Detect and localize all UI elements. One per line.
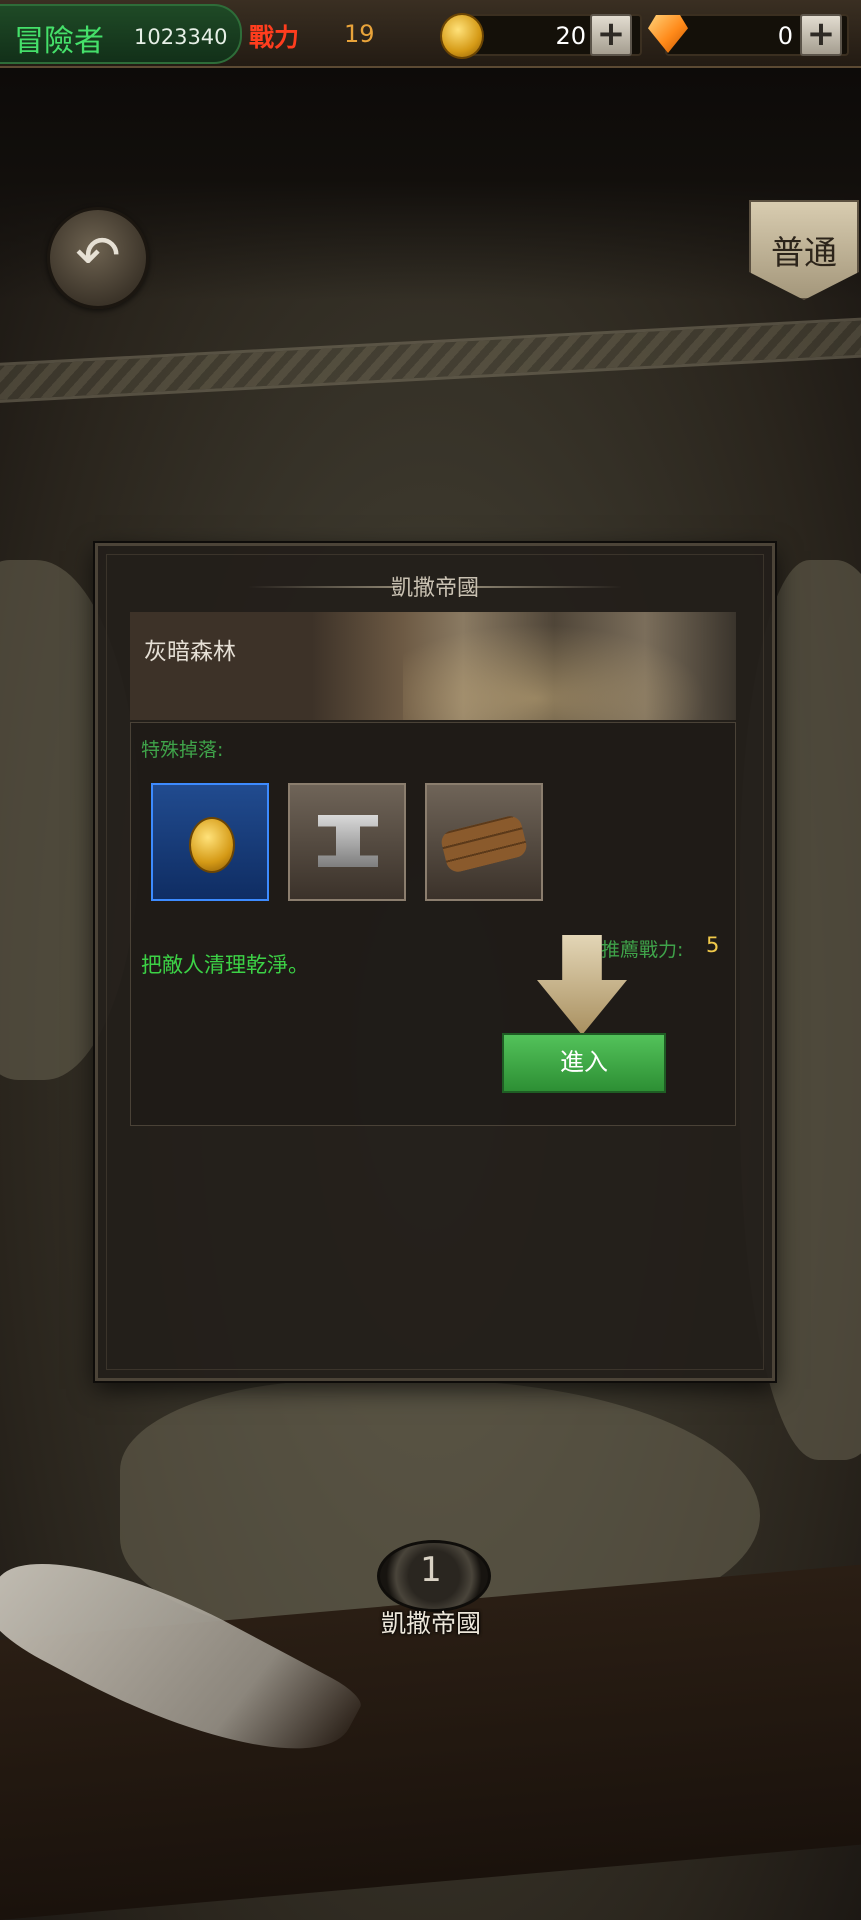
player-id: 1023340: [134, 25, 228, 49]
iron-anvil-icon: [318, 815, 378, 867]
drop-slot-gold[interactable]: [151, 783, 269, 901]
add-gem-button[interactable]: +: [800, 14, 842, 56]
add-gold-button[interactable]: +: [590, 14, 632, 56]
special-drops-label: 特殊掉落:: [141, 739, 224, 761]
recommended-power-value: 5: [706, 933, 720, 957]
player-title: 冒險者: [14, 24, 104, 59]
gold-coin-icon: [440, 13, 484, 59]
stage-node[interactable]: 1: [371, 1540, 491, 1614]
stage-name: 灰暗森林: [144, 639, 236, 665]
region-title: 凱撒帝國: [390, 576, 479, 601]
gold-value: 20: [555, 22, 586, 50]
map-border-band: [0, 315, 861, 405]
back-arrow-icon: ↶: [75, 224, 121, 287]
gold-coin-icon: [189, 817, 235, 873]
recommended-power-label: 推薦戰力:: [601, 939, 684, 961]
gem-value: 0: [777, 22, 793, 50]
power-value: 19: [344, 20, 375, 48]
wood-logs-icon: [439, 813, 529, 875]
stage-number: 1: [420, 1550, 442, 1590]
status-bar: 冒險者 1023340 戰力 19 20 + 0 +: [0, 0, 861, 68]
stage-banner: 灰暗森林: [130, 612, 736, 720]
drop-slot-wood[interactable]: [425, 783, 543, 901]
objective-text: 把敵人清理乾淨。: [141, 953, 309, 977]
back-button[interactable]: ↶: [47, 207, 149, 309]
special-drops-section: 特殊掉落: 把敵人清理乾淨。 推薦戰力: 5 進入: [130, 722, 736, 1126]
power-label: 戰力: [249, 23, 300, 52]
drop-slot-iron[interactable]: [288, 783, 406, 901]
difficulty-label: 普通: [771, 233, 837, 272]
stage-node-label: 凱撒帝國: [380, 1609, 481, 1638]
enter-button[interactable]: 進入: [502, 1033, 666, 1093]
stage-detail-panel: 凱撒帝國 灰暗森林 特殊掉落: 把敵人清理乾淨。 推薦戰力: 5 進入: [95, 543, 775, 1381]
player-badge[interactable]: 冒險者 1023340: [0, 4, 242, 64]
